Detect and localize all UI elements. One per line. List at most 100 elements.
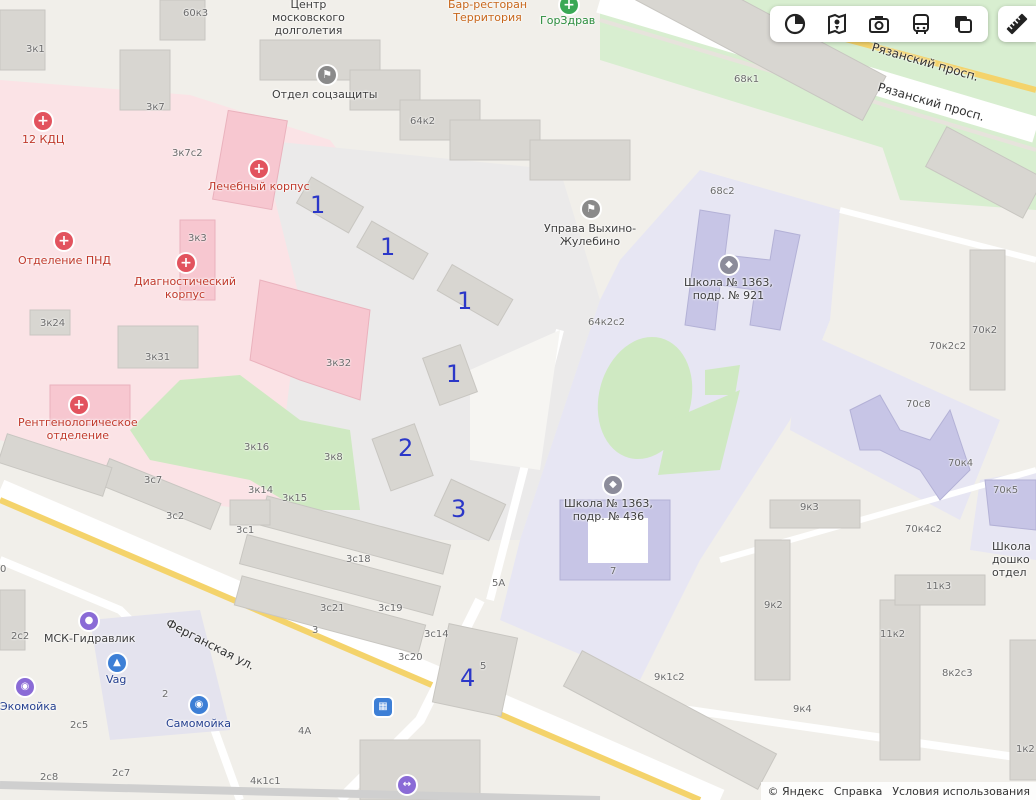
shop-icon-msk[interactable]: ● — [80, 612, 98, 630]
hospital-icon-lechebny[interactable]: + — [250, 160, 268, 178]
house-3k32: 3к32 — [326, 358, 352, 369]
house-68k1: 68к1 — [734, 74, 760, 85]
metro-icon[interactable]: ↔ — [398, 776, 416, 794]
map-canvas[interactable]: + + + + + ⚑ ⚑ + ◆ ◆ ● ▲ ◉ ◉ ▦ ↔ Центр мо… — [0, 0, 1036, 800]
house-2c7: 2с7 — [112, 768, 131, 779]
house-2: 2 — [162, 689, 169, 700]
marker-1d: 1 — [446, 360, 462, 388]
map-type-icon — [955, 16, 972, 33]
bus-stop-icon[interactable]: ▦ — [374, 698, 392, 716]
photo-button[interactable] — [864, 9, 894, 39]
house-5: 5 — [480, 661, 487, 672]
marker-2: 2 — [398, 434, 414, 462]
house-3c21: 3с21 — [320, 603, 345, 614]
house-11k2: 11к2 — [880, 629, 906, 640]
house-60k3: 60к3 — [183, 8, 209, 19]
label-vag[interactable]: Vag — [106, 673, 126, 686]
map-type-button[interactable] — [948, 9, 978, 39]
house-3k8: 3к8 — [324, 452, 343, 463]
house-0: 0 — [0, 564, 7, 575]
label-ekomoika[interactable]: Экомойка — [0, 700, 57, 713]
house-9k1c2: 9к1с2 — [654, 672, 685, 683]
label-gorzdrav[interactable]: ГорЗдрав — [540, 14, 595, 27]
school-icon-436[interactable]: ◆ — [604, 476, 622, 494]
marker-1b: 1 — [380, 233, 396, 261]
house-3k14: 3к14 — [248, 485, 274, 496]
house-4k1c1: 4к1с1 — [250, 776, 281, 787]
copyright-bar: © Яндекс Справка Условия использования — [761, 782, 1036, 800]
house-3c1: 3с1 — [236, 525, 255, 536]
hospital-icon-xray[interactable]: + — [70, 396, 88, 414]
house-70k2: 70к2 — [972, 325, 998, 336]
flag-icon-socdept[interactable]: ⚑ — [318, 66, 336, 84]
house-3k31: 3к31 — [145, 352, 171, 363]
school-icon-921[interactable]: ◆ — [720, 256, 738, 274]
house-3k7: 3к7 — [146, 102, 165, 113]
house-8k2c3: 8к2с3 — [942, 668, 973, 679]
house-3c2: 3с2 — [166, 511, 185, 522]
house-70c8: 70с8 — [906, 399, 931, 410]
house-1k2: 1к2 — [1016, 744, 1035, 755]
camera-icon — [869, 16, 889, 33]
car-icon-vag[interactable]: ▲ — [108, 654, 126, 672]
house-3c14: 3с14 — [424, 629, 449, 640]
layers-button[interactable] — [780, 9, 810, 39]
house-64k2: 64к2 — [410, 116, 436, 127]
label-school-right[interactable]: Школа дошко отдел — [992, 540, 1031, 579]
ruler-button[interactable] — [998, 6, 1036, 42]
label-medical-building[interactable]: Лечебный корпус — [208, 180, 310, 193]
hospital-icon-pnd[interactable]: + — [55, 232, 73, 250]
house-70k4: 70к4 — [948, 458, 974, 469]
house-5a: 5А — [492, 578, 506, 589]
house-3c19: 3с19 — [378, 603, 403, 614]
house-9k2: 9к2 — [764, 600, 783, 611]
marker-4: 4 — [460, 664, 476, 692]
terms-link[interactable]: Условия использования — [892, 785, 1030, 798]
label-12kdc[interactable]: 12 КДЦ — [22, 133, 64, 146]
label-msk-hydraulic[interactable]: МСК-Гидравлик — [44, 632, 135, 645]
house-64k2c2: 64к2с2 — [588, 317, 625, 328]
house-3k3: 3к3 — [188, 233, 207, 244]
label-school921[interactable]: Школа № 1363, подр. № 921 — [684, 276, 773, 302]
help-link[interactable]: Справка — [834, 785, 882, 798]
car-wash-icon-ekomoika[interactable]: ◉ — [16, 678, 34, 696]
layers-icon — [784, 13, 806, 35]
house-2c5: 2с5 — [70, 720, 89, 731]
house-70k5: 70к5 — [993, 485, 1019, 496]
house-9k3: 9к3 — [800, 502, 819, 513]
house-3c20: 3с20 — [398, 652, 423, 663]
house-7: 7 — [610, 566, 617, 577]
transit-button[interactable] — [906, 9, 936, 39]
house-9k4: 9к4 — [793, 704, 812, 715]
label-pnd[interactable]: Отделение ПНД — [18, 254, 111, 267]
house-3k7c2: 3к7с2 — [172, 148, 203, 159]
car-wash-icon-samomoika[interactable]: ◉ — [190, 696, 208, 714]
panorama-icon — [828, 13, 846, 35]
map-base — [0, 0, 1036, 800]
label-uprava[interactable]: Управа Выхино- Жулебино — [544, 222, 636, 248]
label-school436[interactable]: Школа № 1363, подр. № 436 — [564, 497, 653, 523]
house-3c7: 3с7 — [144, 475, 163, 486]
house-3k24: 3к24 — [40, 318, 66, 329]
label-social-dept[interactable]: Отдел соцзащиты — [272, 88, 377, 101]
house-68c2: 68с2 — [710, 186, 735, 197]
label-samomoika[interactable]: Самомойка — [166, 717, 231, 730]
marker-1c: 1 — [457, 287, 473, 315]
flag-icon-uprava[interactable]: ⚑ — [582, 200, 600, 218]
panorama-button[interactable] — [822, 9, 852, 39]
house-4a: 4А — [298, 726, 312, 737]
hospital-icon-12kdc[interactable]: + — [34, 112, 52, 130]
house-3c18: 3с18 — [346, 554, 371, 565]
label-bar[interactable]: Бар-ресторан Территория — [448, 0, 527, 24]
house-70k4c2: 70к4с2 — [905, 524, 942, 535]
house-3k15: 3к15 — [282, 493, 308, 504]
ruler-icon — [1006, 13, 1028, 35]
yandex-copyright[interactable]: © Яндекс — [767, 785, 823, 798]
label-xray[interactable]: Рентгенологическое отделение — [18, 416, 138, 442]
label-center-longevity[interactable]: Центр московского долголетия — [272, 0, 345, 37]
house-3k16: 3к16 — [244, 442, 270, 453]
label-diagnostic[interactable]: Диагностический корпус — [134, 275, 236, 301]
hospital-icon-diag[interactable]: + — [177, 254, 195, 272]
house-3k1: 3к1 — [26, 44, 45, 55]
map-toolbar — [770, 6, 988, 42]
